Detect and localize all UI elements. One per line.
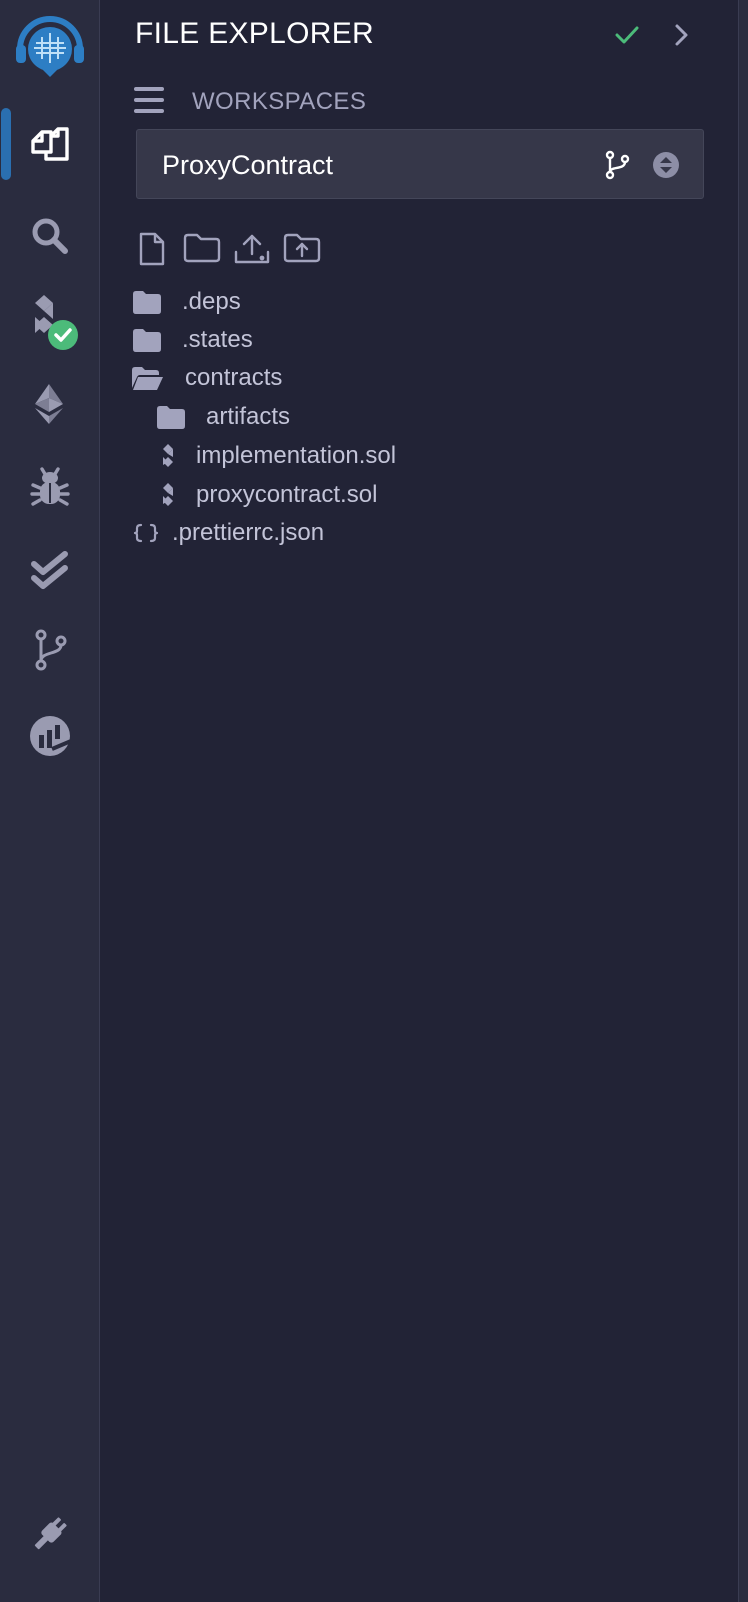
file-explorer-icon[interactable] <box>0 114 99 174</box>
tree-item-label: implementation.sol <box>196 442 397 469</box>
tree-item-label: .states <box>182 326 253 353</box>
file-toolbar <box>132 232 322 268</box>
sort-up-down-icon[interactable] <box>653 152 679 183</box>
plugin-manager-icon[interactable] <box>0 1504 99 1564</box>
folder-icon <box>156 405 186 429</box>
git-icon[interactable] <box>0 620 99 680</box>
tree-item-label: .deps <box>182 288 241 315</box>
tree-item-proxycontract-sol[interactable]: proxycontract.sol <box>156 478 377 512</box>
tree-item-label: contracts <box>185 364 283 391</box>
folder-open-icon <box>132 366 164 390</box>
folder-icon <box>132 290 162 314</box>
tree-item-prettierrc-json[interactable]: .prettierrc.json <box>132 516 324 550</box>
tree-item-deps[interactable]: .deps <box>132 285 241 319</box>
tree-item-contracts[interactable]: contracts <box>132 361 282 395</box>
solidity-file-icon <box>156 482 180 508</box>
file-explorer-panel: FILE EXPLORER WORKSPACES ProxyContract .… <box>100 0 738 1602</box>
search-icon[interactable] <box>0 206 99 266</box>
analysis-icon[interactable] <box>0 706 99 766</box>
folder-icon <box>132 328 162 352</box>
tree-item-label: .prettierrc.json <box>172 519 325 546</box>
chevron-right-icon[interactable] <box>672 22 692 53</box>
tree-item-label: artifacts <box>206 403 291 430</box>
icon-sidebar <box>0 0 100 1602</box>
panel-title: FILE EXPLORER <box>135 17 374 50</box>
tree-item-implementation-sol[interactable]: implementation.sol <box>156 439 396 473</box>
json-file-icon <box>132 523 160 543</box>
remix-logo-icon[interactable] <box>0 12 99 90</box>
upload-folder-icon[interactable] <box>282 232 322 268</box>
tree-item-artifacts[interactable]: artifacts <box>156 400 290 434</box>
workspace-select-value: ProxyContract <box>162 150 334 180</box>
workspace-select[interactable]: ProxyContract <box>136 129 704 199</box>
solidity-file-icon <box>156 443 180 469</box>
remix-ide: FILE EXPLORER WORKSPACES ProxyContract .… <box>0 0 748 1602</box>
new-file-icon[interactable] <box>132 232 172 268</box>
solidity-compiler-icon[interactable] <box>0 294 99 358</box>
tree-item-label: proxycontract.sol <box>196 481 378 508</box>
upload-file-icon[interactable] <box>232 232 272 268</box>
new-folder-icon[interactable] <box>182 232 222 268</box>
tree-item-states[interactable]: .states <box>132 323 253 357</box>
debugger-icon[interactable] <box>0 458 99 518</box>
hamburger-menu-icon[interactable] <box>134 86 164 119</box>
right-panel-edge <box>738 0 748 1602</box>
solidity-unit-testing-icon[interactable] <box>0 542 99 602</box>
workspaces-label: WORKSPACES <box>192 88 367 115</box>
check-icon <box>614 22 640 53</box>
deploy-run-icon[interactable] <box>0 374 99 434</box>
branch-icon[interactable] <box>603 150 631 185</box>
